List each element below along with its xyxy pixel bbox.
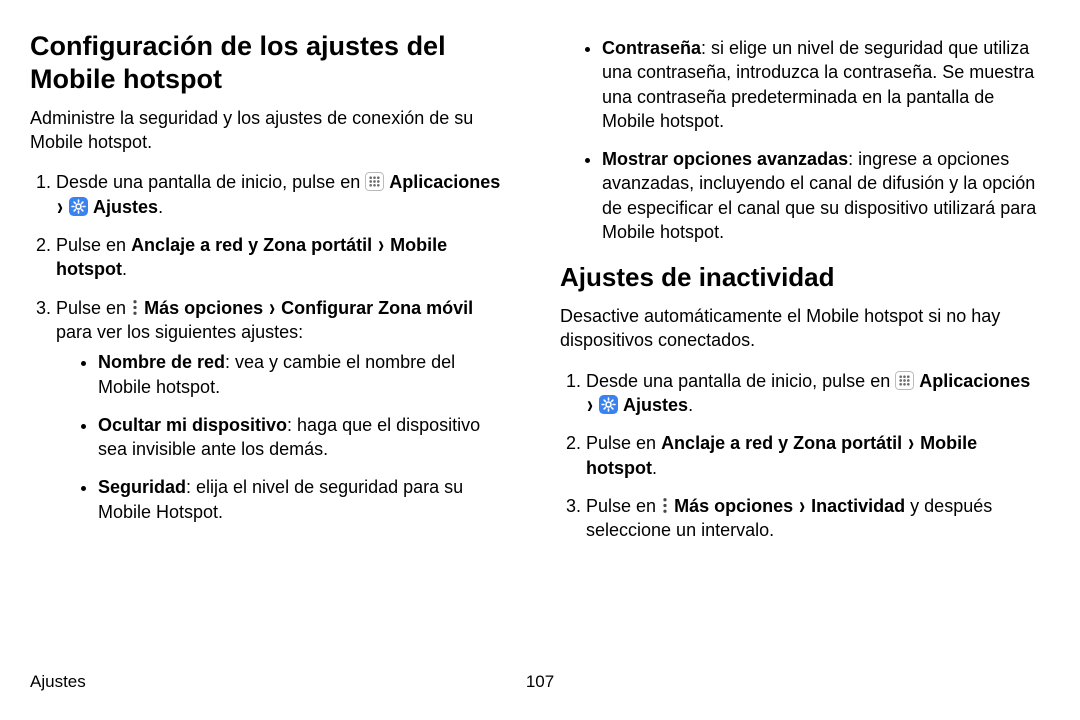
step-item: Pulse en Más opciones › Configurar Zona … [56,296,512,524]
apps-icon [365,172,384,191]
section-heading: Ajustes de inactividad [560,262,1042,294]
chevron-right-icon: › [587,387,593,421]
chevron-right-icon: › [57,189,63,223]
period: . [688,395,693,415]
step-text: Pulse en [586,433,661,453]
apps-label: Aplicaciones [389,172,500,192]
list-item: Mostrar opciones avanzadas: ingrese a op… [602,147,1042,244]
step-text: Pulse en [56,235,131,255]
options-list: Nombre de red: vea y cambie el nombre de… [56,350,512,524]
options-list-continued: Contraseña: si elige un nivel de segurid… [560,36,1042,244]
settings-label: Ajustes [623,395,688,415]
bold-text: Más opciones [674,496,793,516]
bold-text: Anclaje a red y Zona portátil [661,433,902,453]
more-options-icon [661,496,669,515]
manual-page: Configuración de los ajustes del Mobile … [0,0,1080,706]
chevron-right-icon: › [378,228,384,262]
bold-text: Inactividad [811,496,905,516]
bold-text: Más opciones [144,298,263,318]
apps-icon [895,371,914,390]
period: . [652,458,657,478]
section-intro: Desactive automáticamente el Mobile hots… [560,304,1042,353]
steps-list-right: Desde una pantalla de inicio, pulse en A… [560,369,1042,543]
step-text: para ver los siguientes ajustes: [56,322,303,342]
bold-text: Anclaje a red y Zona portátil [131,235,372,255]
step-item: Pulse en Anclaje a red y Zona portátil ›… [56,233,512,282]
chevron-right-icon: › [269,290,275,324]
right-column: Contraseña: si elige un nivel de segurid… [536,30,1042,688]
period: . [122,259,127,279]
chevron-right-icon: › [799,488,805,522]
list-item: Seguridad: elija el nivel de seguridad p… [98,475,512,524]
left-column: Configuración de los ajustes del Mobile … [30,30,536,688]
option-name: Contraseña [602,38,701,58]
settings-icon [599,395,618,414]
footer-section-label: Ajustes [30,672,86,692]
step-item: Desde una pantalla de inicio, pulse en A… [56,170,512,219]
chevron-right-icon: › [908,426,914,460]
option-name: Ocultar mi dispositivo [98,415,287,435]
settings-icon [69,197,88,216]
period: . [158,197,163,217]
apps-label: Aplicaciones [919,371,1030,391]
option-name: Seguridad [98,477,186,497]
list-item: Nombre de red: vea y cambie el nombre de… [98,350,512,399]
steps-list-left: Desde una pantalla de inicio, pulse en A… [30,170,512,524]
option-name: Nombre de red [98,352,225,372]
list-item: Ocultar mi dispositivo: haga que el disp… [98,413,512,462]
page-number: 107 [526,672,554,692]
section-heading: Configuración de los ajustes del Mobile … [30,30,512,96]
settings-label: Ajustes [93,197,158,217]
section-intro: Administre la seguridad y los ajustes de… [30,106,512,155]
step-item: Pulse en Anclaje a red y Zona portátil ›… [586,431,1042,480]
more-options-icon [131,298,139,317]
step-text: Pulse en [56,298,131,318]
step-item: Desde una pantalla de inicio, pulse en A… [586,369,1042,418]
step-text: Desde una pantalla de inicio, pulse en [586,371,895,391]
step-item: Pulse en Más opciones › Inactividad y de… [586,494,1042,543]
bold-text: Configurar Zona móvil [281,298,473,318]
list-item: Contraseña: si elige un nivel de segurid… [602,36,1042,133]
step-text: Desde una pantalla de inicio, pulse en [56,172,365,192]
step-text: Pulse en [586,496,661,516]
option-name: Mostrar opciones avanzadas [602,149,848,169]
